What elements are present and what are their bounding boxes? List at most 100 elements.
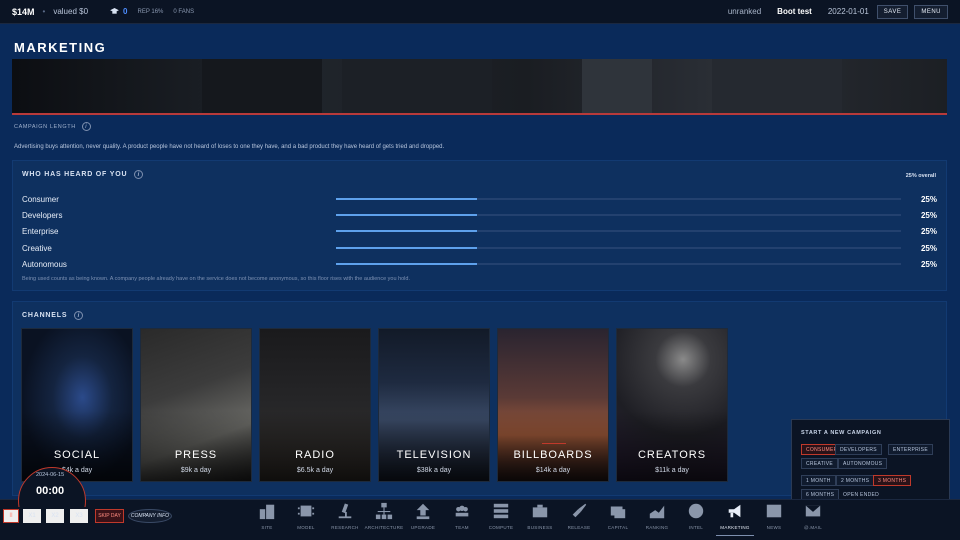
channel-card-social[interactable]: SOCIAL $4k a day xyxy=(21,328,133,482)
save-button[interactable]: SAVE xyxy=(876,4,909,19)
speed-x1-button[interactable]: X1 xyxy=(23,509,41,523)
nav-compute[interactable]: COMPUTE xyxy=(482,500,520,536)
newspaper-icon xyxy=(763,501,785,521)
audience-option-creative[interactable]: CREATIVE xyxy=(801,458,839,469)
valuation-readout: valued $0 xyxy=(53,7,89,16)
channel-name: SOCIAL xyxy=(53,449,101,461)
audience-option-developers[interactable]: DEVELOPERS xyxy=(835,444,882,455)
pause-button[interactable]: II xyxy=(3,509,19,523)
channels-title: CHANNELS xyxy=(22,312,68,319)
awareness-note: Being used counts as being known. A comp… xyxy=(22,276,410,282)
channel-card-television[interactable]: TELEVISION $38k a day xyxy=(378,328,490,482)
current-date: 2022-01-01 xyxy=(827,7,869,16)
awareness-bar xyxy=(336,214,901,216)
channel-name: RADIO xyxy=(295,449,335,461)
speed-x3-button[interactable]: X3 xyxy=(70,509,88,523)
company-info-button[interactable]: COMPANY INFO xyxy=(128,509,172,523)
awareness-row-creative: Creative 25% xyxy=(22,242,937,254)
channel-price: $11k a day xyxy=(655,467,689,474)
compute-readout: 0 xyxy=(110,7,127,16)
awareness-bar xyxy=(336,230,901,232)
campaign-length-info-icon[interactable]: i xyxy=(81,122,91,131)
channel-card-billboards[interactable]: BILLBOARDS $14k a day xyxy=(497,328,609,482)
nav-research[interactable]: RESEARCH xyxy=(326,500,364,536)
audience-option-enterprise[interactable]: ENTERPRISE xyxy=(888,444,933,455)
start-campaign-panel: START A NEW CAMPAIGN CONSUMER DEVELOPERS… xyxy=(791,419,950,509)
awareness-info-icon[interactable]: i xyxy=(134,170,144,179)
channel-card-radio[interactable]: RADIO $6.5k a day xyxy=(259,328,371,482)
awareness-bar-fill xyxy=(336,214,478,216)
channel-cards: SOCIAL $4k a day PRESS $9k a day RADIO $… xyxy=(21,328,728,482)
nav-site[interactable]: SITE xyxy=(248,500,286,536)
nav-marketing[interactable]: MARKETING xyxy=(716,500,754,536)
speed-x2-button[interactable]: X2 xyxy=(46,509,64,523)
channel-name: PRESS xyxy=(174,449,218,461)
overall-awareness: 25% overall xyxy=(905,173,936,179)
hierarchy-icon xyxy=(373,501,395,521)
graduation-cap-icon xyxy=(110,8,119,14)
channel-price: $9k a day xyxy=(180,467,212,474)
building-icon xyxy=(256,501,278,521)
nav-intel[interactable]: INTEL xyxy=(677,500,715,536)
nav-team[interactable]: TEAM xyxy=(443,500,481,536)
nav-architecture[interactable]: ARCHITECTURE xyxy=(365,500,403,536)
chip-icon xyxy=(295,501,317,521)
awareness-row-enterprise: Enterprise 25% xyxy=(22,225,937,237)
awareness-title: WHO HAS HEARD OF YOU xyxy=(22,171,128,178)
channels-info-icon[interactable]: i xyxy=(74,311,84,320)
duration-option-3-months[interactable]: 3 MONTHS xyxy=(873,475,912,486)
awareness-row-pct: 25% xyxy=(920,259,937,269)
duration-option-2-months[interactable]: 2 MONTHS xyxy=(836,475,875,486)
awareness-bar-fill xyxy=(336,247,478,249)
page-title: MARKETING xyxy=(14,40,107,55)
rank-status: unranked xyxy=(727,7,762,16)
channels-heading: CHANNELS i xyxy=(22,311,84,320)
clock-date: 2024-06-15 xyxy=(36,472,65,478)
awareness-row-label: Developers xyxy=(22,210,63,220)
channel-card-press[interactable]: PRESS $9k a day xyxy=(140,328,252,482)
nav-upgrade[interactable]: UPGRADE xyxy=(404,500,442,536)
audience-option-autonomous[interactable]: AUTONOMOUS xyxy=(838,458,888,469)
nav-mail[interactable]: @.MAIL xyxy=(794,500,832,536)
awareness-bar-fill xyxy=(336,230,478,232)
nav-capital[interactable]: CAPITAL xyxy=(599,500,637,536)
duration-option-1-month[interactable]: 1 MONTH xyxy=(801,475,836,486)
channel-card-creators[interactable]: CREATORS $11k a day xyxy=(616,328,728,482)
money-icon xyxy=(607,501,629,521)
awareness-row-autonomous: Autonomous 25% xyxy=(22,258,937,270)
awareness-row-label: Autonomous xyxy=(22,259,67,269)
fans-readout: 0 FANS xyxy=(173,8,195,15)
awareness-row-label: Consumer xyxy=(22,194,59,204)
awareness-heading: WHO HAS HEARD OF YOU i xyxy=(22,170,144,179)
megaphone-icon xyxy=(724,501,746,521)
nav-news[interactable]: NEWS xyxy=(755,500,793,536)
chart-icon xyxy=(646,501,668,521)
awareness-row-developers: Developers 25% xyxy=(22,209,937,221)
awareness-panel: WHO HAS HEARD OF YOU i 25% overall Consu… xyxy=(12,160,947,291)
globe-icon xyxy=(685,501,707,521)
marketing-banner-image xyxy=(12,59,947,115)
mail-icon xyxy=(802,501,824,521)
campaign-length-label: CAMPAIGN LENGTH i xyxy=(14,122,91,131)
nav-model[interactable]: MODEL xyxy=(287,500,325,536)
skip-day-button[interactable]: SKIP DAY xyxy=(95,509,124,523)
microscope-icon xyxy=(334,501,356,521)
menu-button[interactable]: MENU xyxy=(914,4,948,19)
nav-business[interactable]: BUSINESS xyxy=(521,500,559,536)
upgrade-icon xyxy=(412,501,434,521)
channel-name: TELEVISION xyxy=(396,449,472,461)
nav-release[interactable]: RELEASE xyxy=(560,500,598,536)
channel-price: $6.5k a day xyxy=(296,467,334,474)
awareness-bar-fill xyxy=(336,198,478,200)
awareness-row-pct: 25% xyxy=(920,210,937,220)
awareness-bar-fill xyxy=(336,263,478,265)
awareness-bar xyxy=(336,198,901,200)
team-icon xyxy=(451,501,473,521)
nav-ranking[interactable]: RANKING xyxy=(638,500,676,536)
channel-name: CREATORS xyxy=(637,449,707,461)
channel-price: $38k a day xyxy=(416,467,452,474)
reputation-readout: REP 16% xyxy=(137,8,164,15)
campaign-length-text: CAMPAIGN LENGTH xyxy=(14,123,76,130)
awareness-bar xyxy=(336,263,901,265)
marketing-description: Advertising buys attention, never qualit… xyxy=(14,144,445,150)
